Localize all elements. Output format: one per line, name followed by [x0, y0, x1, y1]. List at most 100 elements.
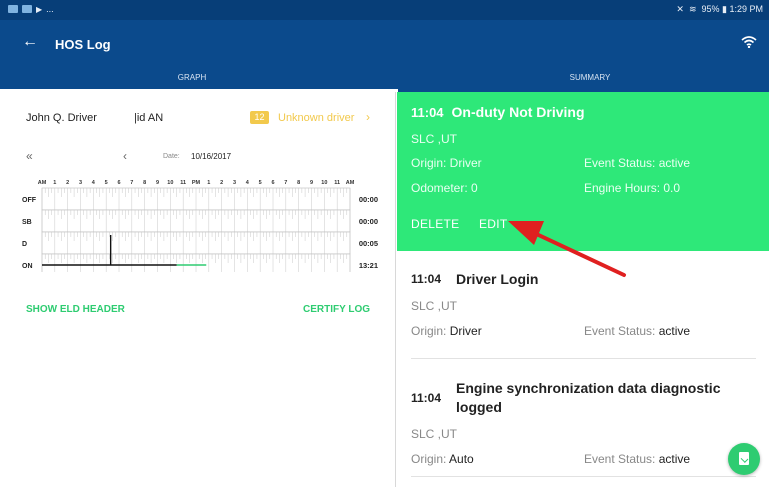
tab-bar: GRAPH SUMMARY — [0, 68, 769, 92]
hour-label: 6 — [271, 180, 274, 186]
list-item[interactable]: 11:04 Engine synchronization data diagno… — [411, 376, 756, 477]
hour-label: 1 — [53, 180, 56, 186]
hour-label: 7 — [130, 180, 133, 186]
event-status: Event Status: active — [584, 452, 690, 466]
hour-label: 8 — [297, 180, 300, 186]
annotation-arrow — [508, 221, 626, 277]
selected-event-location: SLC ,UT — [411, 132, 458, 146]
tab-summary[interactable]: SUMMARY — [398, 68, 769, 92]
hour-label: 5 — [105, 180, 108, 186]
hour-label: 10 — [321, 180, 327, 186]
delete-button[interactable]: DELETE — [411, 217, 459, 231]
hour-label: 2 — [220, 180, 223, 186]
row-total: 00:00 — [359, 217, 378, 226]
event-time: 11:04 — [411, 391, 442, 405]
row-label: OFF — [22, 197, 37, 204]
previous-day-button[interactable]: ‹ — [123, 149, 127, 163]
hos-duty-grid: AM 1 2 3 4 5 6 7 8 9 10 11 PM 1 2 3 4 5 6 7 8 9 10 11 AM OFF 00:00… — [22, 180, 378, 272]
row-label: ON — [22, 263, 33, 270]
event-title-line-1: Engine synchronization data diagnostic — [456, 380, 721, 396]
hour-label: 4 — [92, 180, 96, 186]
signal-icon: ≋ — [688, 4, 697, 14]
row-label: SB — [22, 219, 32, 226]
status-icons-left: ▶ ... — [8, 4, 54, 14]
selected-event-origin: Origin: Driver — [411, 156, 482, 170]
mute-icon: ✕ — [676, 4, 684, 14]
hos-log-screen: ▶ ... ✕ ≋ 95% ▮ 1:29 PM ← HOS Log GRAPH … — [0, 0, 769, 487]
certify-log-button[interactable]: CERTIFY LOG — [303, 304, 370, 315]
hour-label: PM — [192, 180, 201, 186]
first-day-button[interactable]: « — [26, 149, 33, 163]
hour-label: 2 — [66, 180, 69, 186]
selected-event-title: 11:04 On-duty Not Driving — [411, 104, 585, 120]
hour-label: 9 — [156, 180, 159, 186]
hour-label: 4 — [246, 180, 250, 186]
wifi-icon — [741, 35, 757, 53]
row-total: 00:00 — [359, 195, 378, 204]
driver-name: John Q. Driver — [26, 112, 97, 124]
selected-event-status: Event Status: active — [584, 156, 691, 170]
selected-event-name: On-duty Not Driving — [451, 104, 585, 120]
event-time: 11:04 — [411, 272, 442, 286]
page-title: HOS Log — [55, 37, 111, 52]
event-status-label: Event Status: — [584, 452, 656, 466]
image-icon — [22, 5, 32, 13]
hour-label: 7 — [284, 180, 287, 186]
status-more: ... — [46, 4, 54, 14]
arrow-left-icon[interactable]: ← — [22, 34, 38, 50]
event-origin-label: Origin: — [411, 324, 447, 338]
play-icon: ▶ — [36, 4, 43, 14]
status-bar: ▶ ... ✕ ≋ 95% ▮ 1:29 PM — [0, 0, 769, 20]
event-location: SLC ,UT — [411, 299, 458, 313]
hour-label: 10 — [167, 180, 173, 186]
event-status-value: active — [658, 452, 691, 466]
chevron-right-icon[interactable]: › — [366, 110, 370, 124]
hour-label: 9 — [310, 180, 313, 186]
hour-label: 1 — [207, 180, 210, 186]
events-pane: 11:04 On-duty Not Driving SLC ,UT Origin:… — [397, 92, 769, 487]
annotation-arrow-shaft — [528, 229, 626, 277]
unknown-count-badge: 12 — [250, 111, 269, 124]
hour-label: 3 — [79, 180, 82, 186]
event-status: Event Status: active — [584, 324, 690, 338]
list-item[interactable]: 11:04 Driver Login SLC ,UT Origin: Drive… — [411, 268, 756, 359]
notification-icon — [8, 5, 18, 13]
row-label: D — [22, 241, 27, 248]
unknown-driver-link[interactable]: Unknown driver — [278, 112, 354, 124]
event-origin-value: Auto — [449, 452, 474, 466]
graph-pane: John Q. Driver |id AN 12 Unknown driver … — [6, 92, 396, 487]
event-origin-value: Driver — [449, 324, 482, 338]
app-header: ▶ ... ✕ ≋ 95% ▮ 1:29 PM ← HOS Log GRAPH … — [0, 0, 769, 92]
date-label: Date: — [163, 153, 180, 160]
certify-fab-button[interactable] — [728, 443, 760, 475]
event-title-line-2: logged — [456, 399, 502, 415]
event-origin-label: Origin: — [411, 452, 447, 466]
hour-label: 8 — [143, 180, 146, 186]
hour-label: 11 — [180, 180, 186, 186]
battery-time: 95% ▮ 1:29 PM — [701, 4, 763, 14]
divider — [411, 476, 756, 477]
row-total: 00:05 — [359, 239, 378, 248]
annotation-arrow-head — [508, 221, 544, 245]
hour-label: 6 — [117, 180, 120, 186]
event-origin: Origin: Driver — [411, 324, 482, 338]
selected-event-time: 11:04 — [411, 105, 444, 120]
date-value: 10/16/2017 — [191, 152, 232, 161]
hour-label: 3 — [233, 180, 236, 186]
event-location: SLC ,UT — [411, 427, 458, 441]
status-icons-right: ✕ ≋ 95% ▮ 1:29 PM — [676, 4, 763, 15]
selected-event-odometer: Odometer: 0 — [411, 181, 478, 195]
driver-id: |id AN — [134, 112, 164, 124]
divider — [411, 358, 756, 359]
hour-label: 5 — [259, 180, 262, 186]
app-bar: ← HOS Log — [0, 20, 769, 70]
show-eld-header-button[interactable]: SHOW ELD HEADER — [26, 304, 125, 315]
selected-event-engine-hours: Engine Hours: 0.0 — [584, 181, 681, 195]
event-origin: Origin: Auto — [411, 452, 474, 466]
event-status-label: Event Status: — [584, 324, 656, 338]
event-status-value: active — [658, 324, 691, 338]
document-check-icon — [739, 452, 749, 465]
hour-label: AM — [38, 180, 47, 186]
hour-label: 11 — [334, 180, 340, 186]
row-total: 13:21 — [359, 261, 378, 270]
